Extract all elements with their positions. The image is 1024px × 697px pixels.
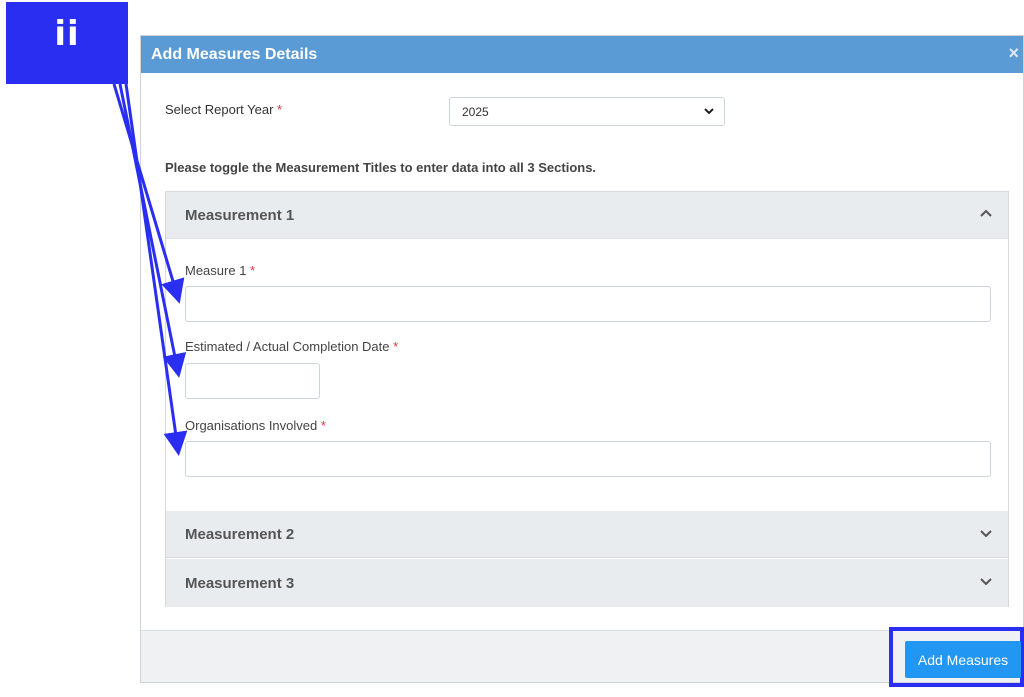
completion-date-input[interactable]	[185, 363, 320, 399]
chevron-down-icon	[704, 108, 714, 115]
instruction-text: Please toggle the Measurement Titles to …	[165, 160, 597, 175]
measure-label-text: Measure 1	[185, 263, 247, 278]
chevron-down-icon	[980, 530, 992, 538]
report-year-label: Select Report Year *	[165, 102, 282, 117]
add-measures-modal: Add Measures Details × Select Report Yea…	[140, 35, 1024, 683]
add-measures-button[interactable]: Add Measures	[905, 641, 1021, 678]
report-year-select[interactable]: 2025	[449, 97, 725, 126]
completion-date-label-text: Estimated / Actual Completion Date	[185, 339, 390, 354]
measure-input[interactable]	[185, 286, 991, 322]
report-year-value: 2025	[462, 104, 489, 119]
annotation-badge-text: ii	[54, 14, 80, 54]
close-icon[interactable]: ×	[1008, 44, 1019, 62]
organisations-label-text: Organisations Involved	[185, 418, 318, 433]
modal-header: Add Measures Details ×	[141, 36, 1023, 73]
section-header-measurement-2[interactable]: Measurement 2	[166, 511, 1008, 558]
section-title: Measurement 3	[185, 574, 295, 592]
completion-date-label: Estimated / Actual Completion Date *	[185, 339, 398, 354]
section-title: Measurement 2	[185, 525, 295, 543]
section-title: Measurement 1	[185, 206, 295, 224]
section-header-measurement-3[interactable]: Measurement 3	[166, 559, 1008, 607]
required-marker: *	[277, 102, 283, 117]
required-marker: *	[393, 339, 399, 354]
chevron-up-icon	[980, 209, 992, 217]
measure-label: Measure 1 *	[185, 263, 255, 278]
organisations-label: Organisations Involved *	[185, 418, 326, 433]
organisations-input[interactable]	[185, 441, 991, 477]
measurements-accordion: Measurement 1 Measure 1 * Estimated / Ac…	[165, 191, 1009, 607]
report-year-label-text: Select Report Year	[165, 102, 274, 117]
modal-title: Add Measures Details	[151, 45, 318, 63]
annotation-badge: ii	[6, 2, 128, 84]
chevron-down-icon	[980, 578, 992, 586]
required-marker: *	[250, 263, 256, 278]
required-marker: *	[320, 418, 326, 433]
section-header-measurement-1[interactable]: Measurement 1	[166, 192, 1008, 239]
